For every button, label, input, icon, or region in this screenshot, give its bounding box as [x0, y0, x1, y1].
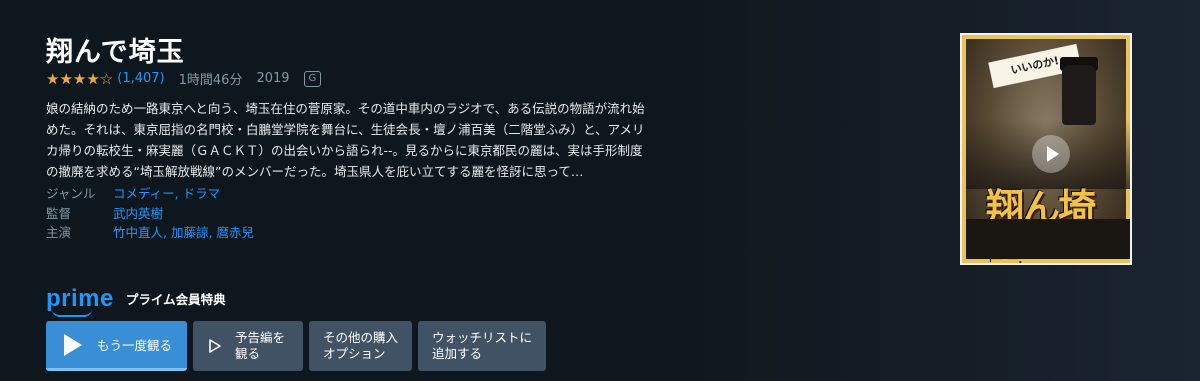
star-rating[interactable]: ★★★★☆	[46, 70, 113, 88]
cast-value[interactable]: 竹中直人, 加藤諒, 麿赤兒	[113, 223, 254, 243]
prime-smile-icon	[52, 309, 92, 317]
age-rating-badge: G	[303, 70, 322, 87]
watch-again-label: もう一度観る	[97, 338, 173, 353]
stars-filled-icon: ★★★★	[46, 69, 100, 88]
watch-again-button[interactable]: もう一度観る	[46, 321, 187, 371]
runtime: 1時間46分	[178, 73, 243, 88]
star-empty-icon: ☆	[99, 69, 114, 88]
movie-poster[interactable]: いいのか! 翔ん埼玉	[960, 33, 1132, 265]
watchlist-label-line2: 追加する	[432, 346, 483, 361]
movie-title: 翔んで埼玉	[46, 37, 185, 68]
poster-bottom	[966, 219, 1130, 259]
prime-label: プライム会員特典	[125, 292, 226, 307]
trailer-label-line2: 観る	[235, 346, 261, 361]
director-label: 監督	[46, 205, 72, 221]
play-outline-icon	[209, 339, 221, 353]
more-purchase-label-line2: オプション	[323, 346, 386, 361]
poster-character-figure	[1062, 65, 1096, 125]
release-year: 2019	[256, 71, 290, 86]
genre-value[interactable]: コメディー, ドラマ	[113, 184, 220, 204]
prime-benefit: prime プライム会員特典	[46, 285, 226, 317]
cast-label: 主演	[46, 225, 72, 240]
poster-play-icon[interactable]	[1032, 135, 1070, 173]
synopsis: 娘の結納のため一路東京へと向う、埼玉在住の菅原家。その道中車内のラジオで、ある伝…	[46, 101, 645, 179]
trailer-label: 予告編を 観る	[235, 330, 285, 362]
action-buttons: もう一度観る 予告編を 観る その他の購入 オプション ウォッチリストに 追加す…	[46, 321, 547, 371]
rating-count[interactable]: (1,407)	[117, 71, 164, 86]
more-purchase-label-line1: その他の購入	[323, 330, 399, 345]
play-icon	[64, 333, 82, 356]
director-value[interactable]: 武内英樹	[113, 204, 163, 224]
more-purchase-label: その他の購入 オプション	[323, 330, 398, 362]
watchlist-label: ウォッチリストに 追加する	[432, 330, 532, 362]
trailer-button[interactable]: 予告編を 観る	[193, 321, 303, 371]
movie-meta: ★★★★☆ (1,407) 1時間46分 2019 G	[46, 69, 322, 88]
director-row: 監督 武内英樹	[46, 204, 254, 224]
prime-logo-text: prime	[46, 285, 114, 312]
details-list: ジャンル コメディー, ドラマ 監督 武内英樹 主演 竹中直人, 加藤諒, 麿赤…	[46, 184, 254, 243]
trailer-label-line1: 予告編を	[235, 330, 286, 345]
poster-artwork: いいのか! 翔ん埼玉	[966, 39, 1130, 263]
genre-label: ジャンル	[46, 186, 96, 201]
genre-row: ジャンル コメディー, ドラマ	[46, 184, 254, 204]
watchlist-label-line1: ウォッチリストに	[432, 330, 533, 345]
cast-row: 主演 竹中直人, 加藤諒, 麿赤兒	[46, 223, 254, 243]
more-purchase-options-button[interactable]: その他の購入 オプション	[309, 321, 413, 371]
prime-logo: prime	[46, 285, 114, 317]
add-to-watchlist-button[interactable]: ウォッチリストに 追加する	[418, 321, 547, 371]
